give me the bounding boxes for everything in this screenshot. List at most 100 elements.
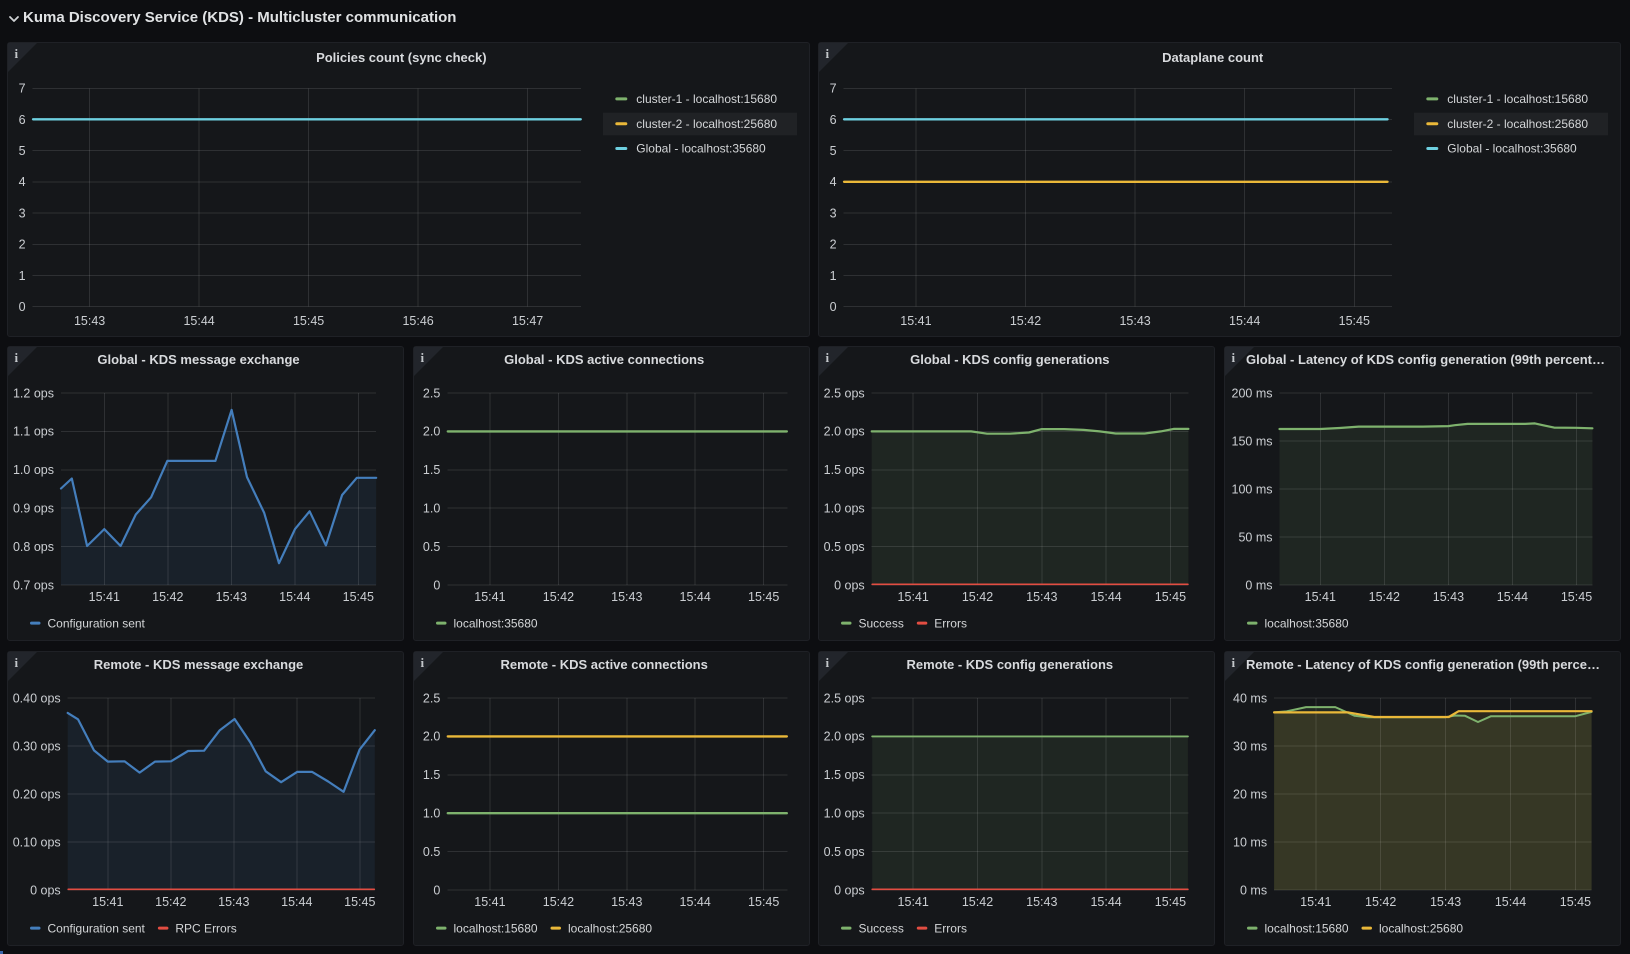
svg-text:0 ms: 0 ms xyxy=(1240,883,1267,897)
svg-text:15:43: 15:43 xyxy=(611,590,642,604)
svg-text:0.10 ops: 0.10 ops xyxy=(13,835,61,849)
svg-text:15:43: 15:43 xyxy=(611,895,642,909)
svg-text:30 ms: 30 ms xyxy=(1233,739,1267,753)
svg-text:Errors: Errors xyxy=(935,617,968,631)
svg-text:0.30 ops: 0.30 ops xyxy=(13,739,61,753)
svg-text:15:44: 15:44 xyxy=(679,590,710,604)
svg-text:localhost:25680: localhost:25680 xyxy=(1379,921,1463,935)
svg-text:i: i xyxy=(15,655,19,670)
svg-text:15:42: 15:42 xyxy=(542,590,573,604)
svg-text:1.5 ops: 1.5 ops xyxy=(824,463,865,477)
svg-text:1.0 ops: 1.0 ops xyxy=(824,502,865,516)
svg-text:0.8 ops: 0.8 ops xyxy=(13,540,54,554)
svg-text:0.5: 0.5 xyxy=(423,845,440,859)
svg-text:i: i xyxy=(420,350,424,365)
svg-text:i: i xyxy=(826,350,830,365)
svg-text:6: 6 xyxy=(830,113,837,127)
svg-text:15:43: 15:43 xyxy=(1026,590,1057,604)
svg-text:1.5: 1.5 xyxy=(423,768,440,782)
svg-text:4: 4 xyxy=(830,175,837,189)
svg-text:15:44: 15:44 xyxy=(1091,895,1122,909)
svg-text:1.2 ops: 1.2 ops xyxy=(13,387,54,401)
svg-text:3: 3 xyxy=(19,206,26,220)
svg-text:200 ms: 200 ms xyxy=(1232,387,1273,401)
svg-text:15:43: 15:43 xyxy=(1026,895,1057,909)
svg-text:i: i xyxy=(420,655,424,670)
svg-text:15:43: 15:43 xyxy=(74,314,105,328)
svg-text:0.40 ops: 0.40 ops xyxy=(13,691,61,705)
svg-text:15:45: 15:45 xyxy=(343,590,374,604)
svg-text:15:44: 15:44 xyxy=(183,314,214,328)
svg-text:Configuration sent: Configuration sent xyxy=(48,617,146,631)
svg-text:15:42: 15:42 xyxy=(1365,895,1396,909)
svg-text:Global - localhost:35680: Global - localhost:35680 xyxy=(636,142,766,156)
svg-text:2.0: 2.0 xyxy=(423,425,440,439)
svg-text:cluster-2 - localhost:25680: cluster-2 - localhost:25680 xyxy=(1448,117,1589,131)
svg-text:localhost:35680: localhost:35680 xyxy=(453,617,537,631)
svg-text:15:41: 15:41 xyxy=(901,314,932,328)
svg-text:2.5 ops: 2.5 ops xyxy=(824,387,865,401)
svg-text:1.0 ops: 1.0 ops xyxy=(13,463,54,477)
svg-text:15:45: 15:45 xyxy=(748,895,779,909)
svg-text:2.0 ops: 2.0 ops xyxy=(824,729,865,743)
svg-text:1.1 ops: 1.1 ops xyxy=(13,425,54,439)
svg-text:15:41: 15:41 xyxy=(92,895,123,909)
svg-text:localhost:15680: localhost:15680 xyxy=(453,921,537,935)
svg-text:Errors: Errors xyxy=(935,921,968,935)
svg-text:15:42: 15:42 xyxy=(152,590,183,604)
svg-text:5: 5 xyxy=(19,144,26,158)
svg-text:15:41: 15:41 xyxy=(1305,590,1336,604)
svg-text:15:42: 15:42 xyxy=(1010,314,1041,328)
svg-text:15:45: 15:45 xyxy=(748,590,779,604)
svg-text:15:44: 15:44 xyxy=(1495,895,1526,909)
svg-text:15:41: 15:41 xyxy=(898,590,929,604)
svg-text:2.0: 2.0 xyxy=(423,729,440,743)
svg-text:15:44: 15:44 xyxy=(1229,314,1260,328)
svg-text:4: 4 xyxy=(19,175,26,189)
svg-text:15:44: 15:44 xyxy=(1497,590,1528,604)
svg-text:15:47: 15:47 xyxy=(512,314,543,328)
svg-text:2.0 ops: 2.0 ops xyxy=(824,425,865,439)
svg-text:5: 5 xyxy=(830,144,837,158)
svg-text:0.20 ops: 0.20 ops xyxy=(13,787,61,801)
svg-text:15:42: 15:42 xyxy=(962,895,993,909)
svg-text:15:45: 15:45 xyxy=(344,895,375,909)
svg-text:15:41: 15:41 xyxy=(898,895,929,909)
svg-text:1.5: 1.5 xyxy=(423,463,440,477)
svg-text:1.0 ops: 1.0 ops xyxy=(824,806,865,820)
svg-text:i: i xyxy=(1232,350,1236,365)
svg-text:2: 2 xyxy=(19,238,26,252)
svg-text:0 ops: 0 ops xyxy=(834,579,865,593)
svg-text:Success: Success xyxy=(859,921,904,935)
svg-text:7: 7 xyxy=(830,82,837,96)
svg-text:2.5: 2.5 xyxy=(423,387,440,401)
svg-text:10 ms: 10 ms xyxy=(1233,835,1267,849)
svg-text:2.5: 2.5 xyxy=(423,691,440,705)
svg-text:0: 0 xyxy=(830,300,837,314)
svg-text:0.7 ops: 0.7 ops xyxy=(13,579,54,593)
svg-text:15:45: 15:45 xyxy=(1155,590,1186,604)
svg-text:i: i xyxy=(826,46,830,61)
svg-text:0: 0 xyxy=(433,579,440,593)
svg-text:15:43: 15:43 xyxy=(1120,314,1151,328)
svg-text:Configuration sent: Configuration sent xyxy=(48,921,146,935)
svg-text:15:46: 15:46 xyxy=(402,314,433,328)
svg-text:15:44: 15:44 xyxy=(281,895,312,909)
svg-text:1.0: 1.0 xyxy=(423,806,440,820)
svg-text:0.5 ops: 0.5 ops xyxy=(824,845,865,859)
svg-text:Success: Success xyxy=(859,617,904,631)
svg-text:15:44: 15:44 xyxy=(1091,590,1122,604)
svg-text:i: i xyxy=(1232,655,1236,670)
svg-text:15:41: 15:41 xyxy=(474,895,505,909)
svg-text:6: 6 xyxy=(19,113,26,127)
svg-text:15:41: 15:41 xyxy=(474,590,505,604)
svg-text:15:43: 15:43 xyxy=(216,590,247,604)
svg-text:0.5 ops: 0.5 ops xyxy=(824,540,865,554)
svg-text:1: 1 xyxy=(19,269,26,283)
svg-text:15:42: 15:42 xyxy=(1369,590,1400,604)
svg-text:0 ops: 0 ops xyxy=(30,883,61,897)
svg-text:cluster-2 - localhost:25680: cluster-2 - localhost:25680 xyxy=(636,117,777,131)
svg-text:50 ms: 50 ms xyxy=(1238,531,1272,545)
svg-text:i: i xyxy=(15,46,19,61)
svg-text:1.0: 1.0 xyxy=(423,502,440,516)
